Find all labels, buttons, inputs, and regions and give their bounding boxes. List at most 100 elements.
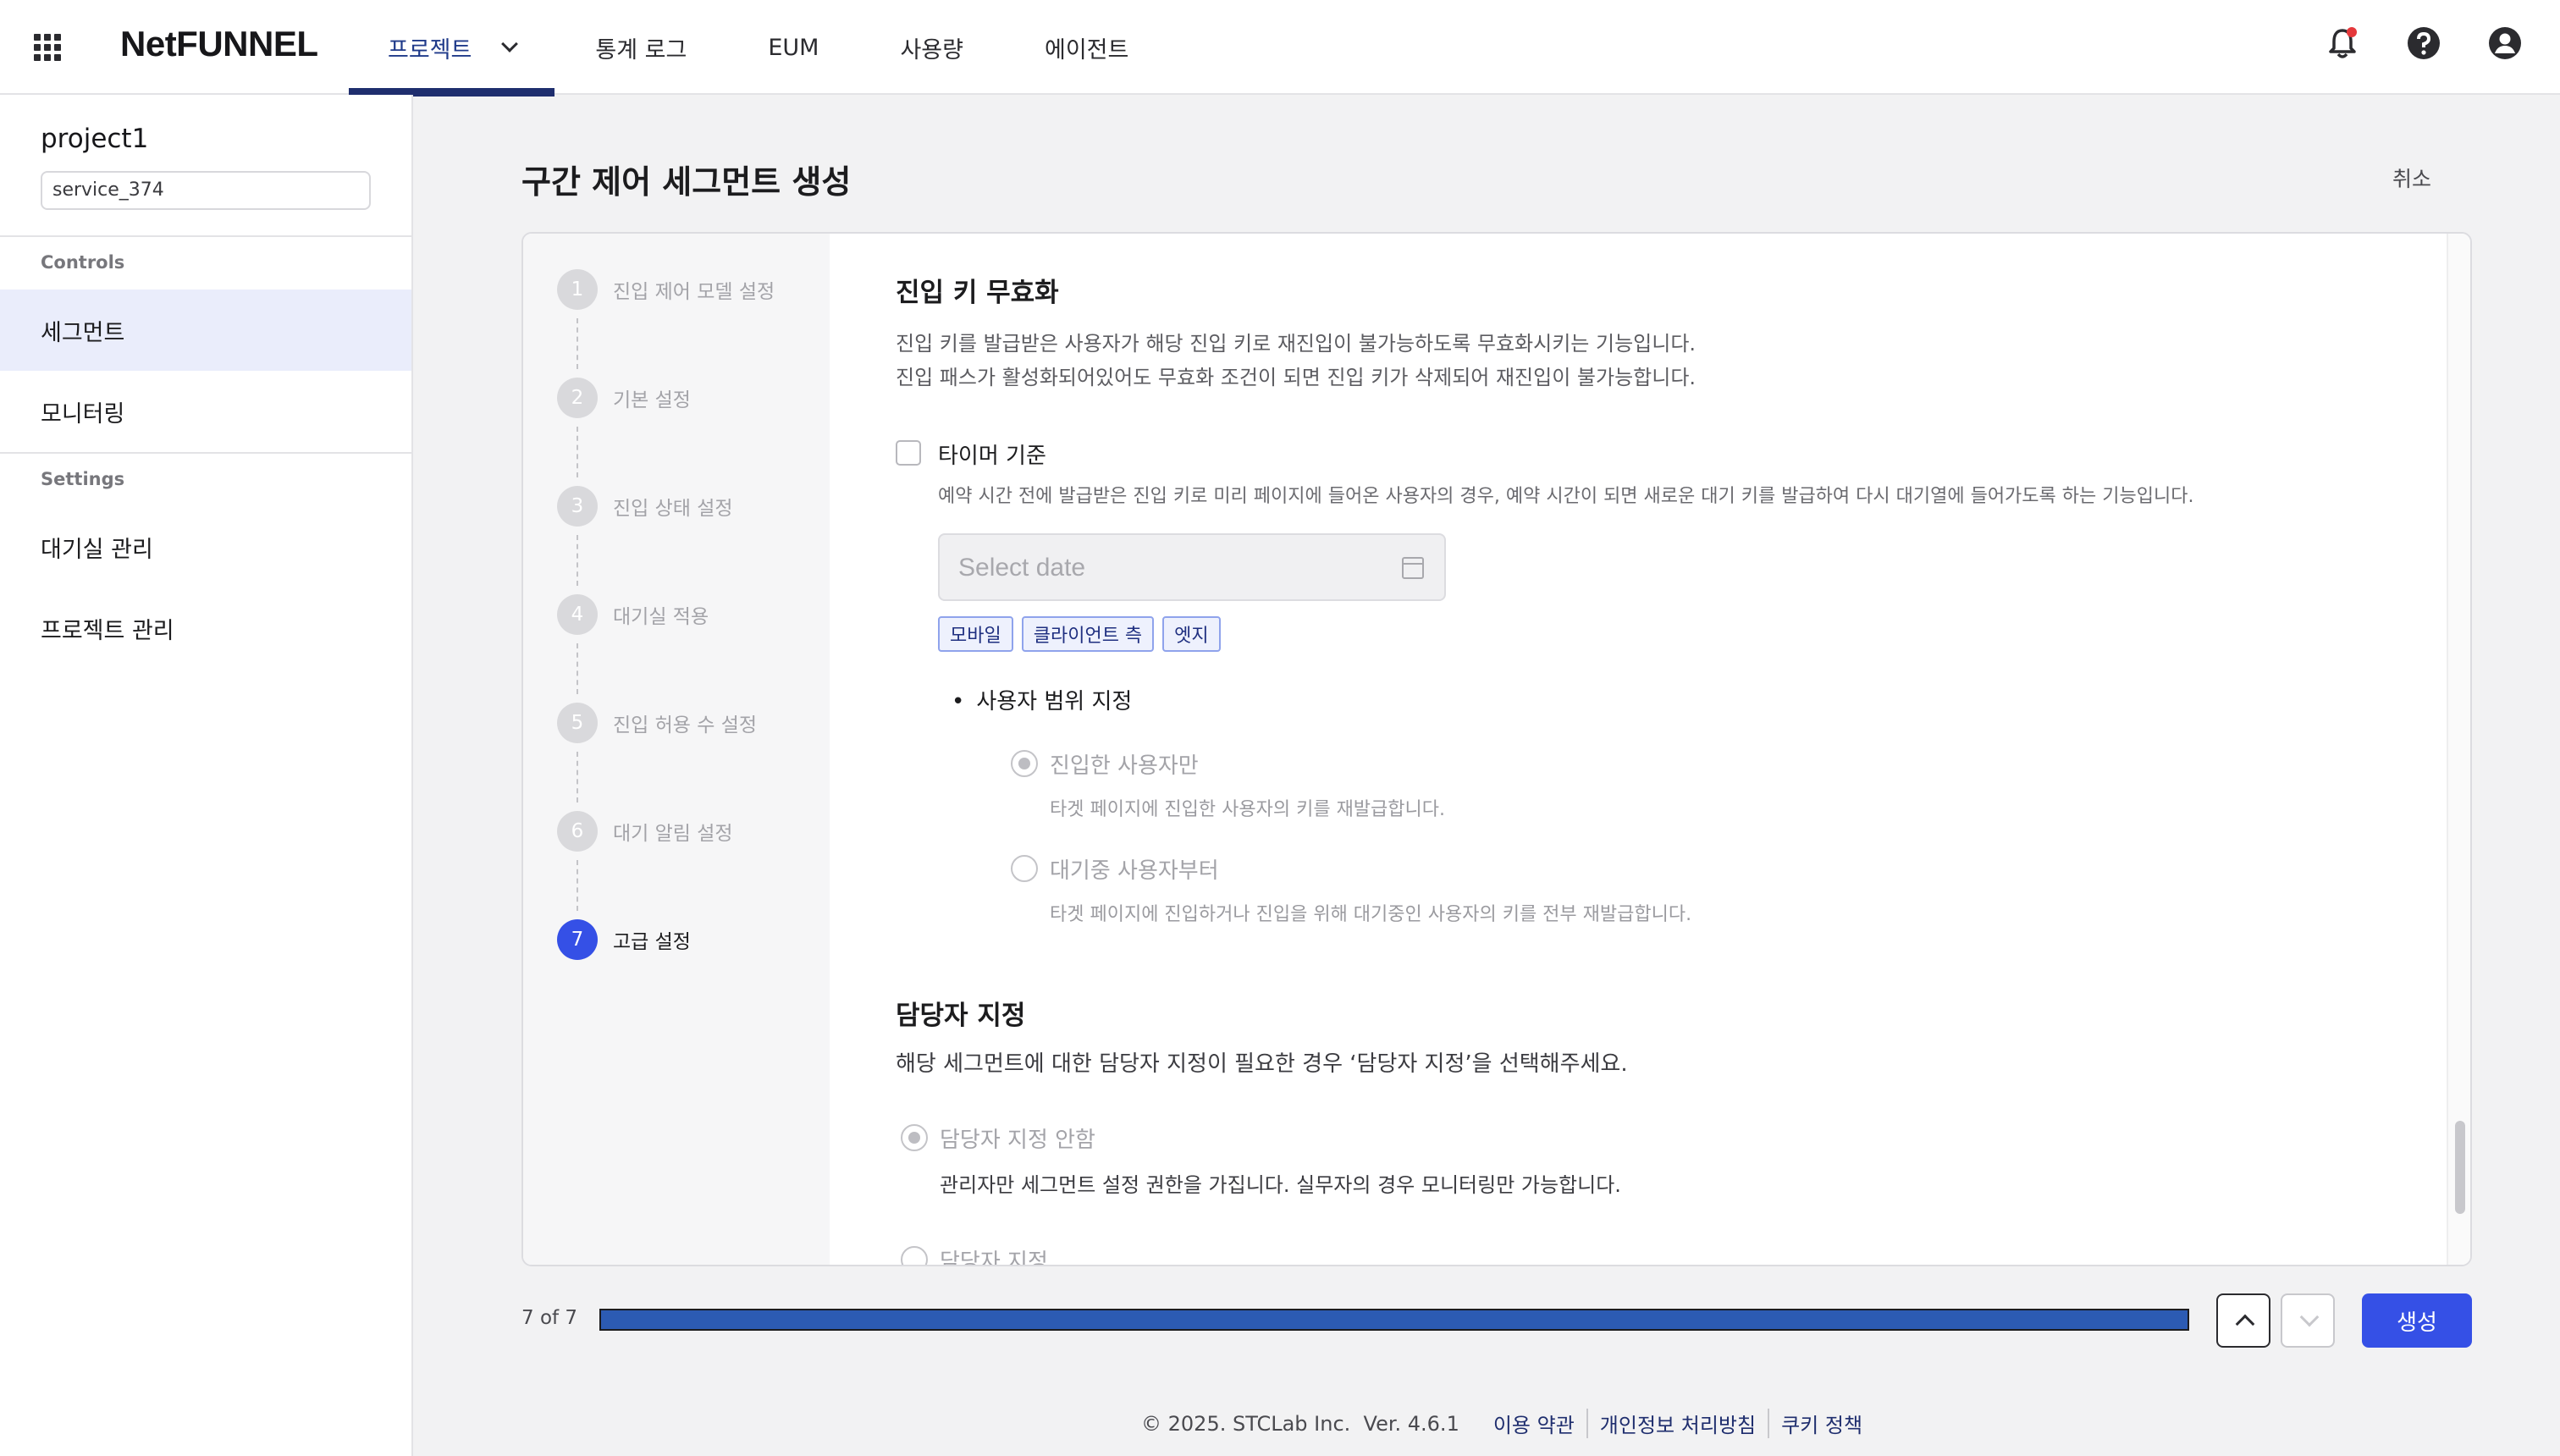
header-actions [2325,25,2523,61]
progress-fill [601,1310,2188,1329]
project-name: project1 [41,124,149,154]
step-number: 4 [557,594,598,635]
tag-edge: 엣지 [1162,616,1221,652]
app-grid-icon[interactable] [34,34,61,61]
scope-title-text: 사용자 범위 지정 [976,689,1133,714]
radio-desc: 관리자만 세그먼트 설정 권한을 가집니다. 실무자의 경우 모니터링만 가능합… [940,1173,1621,1197]
radio-label-waiting-users[interactable]: 대기중 사용자부터 [1050,853,1219,885]
timer-desc: 예약 시간 전에 발급받은 진입 키로 미리 페이지에 들어온 사용자의 경우,… [938,486,2194,507]
nav-eum[interactable]: EUM [727,0,859,95]
scrollbar-thumb[interactable] [2455,1121,2465,1214]
group-label-settings: Settings [41,469,125,489]
previous-step-button[interactable] [2216,1293,2270,1348]
terms-link[interactable]: 이용 약관 [1459,1409,1586,1438]
wizard-card: 1 진입 제어 모델 설정 2 기본 설정 3 진입 상태 설정 4 대기실 적… [521,232,2472,1266]
section-title-key-invalidation: 진입 키 무효화 [896,278,1059,308]
step-3[interactable]: 3 진입 상태 설정 [557,486,733,527]
step-label: 기본 설정 [613,389,691,411]
step-label: 진입 제어 모델 설정 [613,281,775,303]
step-connector [577,752,578,802]
bullet-icon: • [952,689,965,714]
step-number: 6 [557,811,598,852]
section-desc: 진입 키를 발급받은 사용자가 해당 진입 키로 재진입이 불가능하도록 무효화… [896,332,1697,356]
sidebar: project1 service_374 Controls 세그먼트 모니터링 … [0,95,413,1456]
nav-projects[interactable]: 프로젝트 [349,0,555,97]
step-5[interactable]: 5 진입 허용 수 설정 [557,703,757,743]
nav-label: 통계 로그 [595,36,687,63]
step-content: 진입 키 무효화 진입 키를 발급받은 사용자가 해당 진입 키로 재진입이 불… [882,234,2406,1265]
notification-bell-icon[interactable] [2325,25,2360,61]
step-1[interactable]: 1 진입 제어 모델 설정 [557,269,775,310]
radio-label-assign-manager[interactable]: 담당자 지정 [940,1244,1048,1265]
step-connector [577,860,578,911]
radio-desc: 타겟 페이지에 진입한 사용자의 키를 재발급합니다. [1050,799,1446,820]
content-scrollbar[interactable] [2447,234,2470,1265]
footer: © 2025. STCLab Inc. Ver. 4.6.1 이용 약관 개인정… [1141,1409,1874,1438]
date-placeholder: Select date [958,554,1086,582]
calendar-icon[interactable] [1402,557,1424,579]
scope-title: • 사용자 범위 지정 [952,684,1132,715]
chevron-up-icon [2235,1314,2255,1334]
create-button[interactable]: 생성 [2362,1293,2472,1348]
logo[interactable]: NetFUNNEL [120,24,318,64]
cookie-policy-link[interactable]: 쿠키 정책 [1768,1409,1874,1438]
step-label: 대기 알림 설정 [613,823,733,845]
nav-label: 에이전트 [1044,36,1129,63]
user-account-icon[interactable] [2487,25,2523,61]
next-step-button[interactable] [2281,1293,2335,1348]
radio-label-entered-only[interactable]: 진입한 사용자만 [1050,748,1199,780]
step-number: 1 [557,269,598,310]
section-desc: 해당 세그먼트에 대한 담당자 지정이 필요한 경우 ‘담당자 지정’을 선택해… [896,1051,1628,1077]
nav-label: 사용량 [900,36,963,63]
date-picker-input[interactable]: Select date [938,533,1446,601]
nav-agent[interactable]: 에이전트 [1004,0,1169,95]
platform-tags: 모바일 클라이언트 측 엣지 [938,616,1221,652]
step-2[interactable]: 2 기본 설정 [557,378,691,418]
step-7[interactable]: 7 고급 설정 [557,919,691,960]
radio-assign-manager[interactable] [901,1246,928,1265]
progress-bar [599,1309,2189,1331]
radio-waiting-users[interactable] [1011,855,1038,882]
step-label: 고급 설정 [613,931,691,953]
main-nav: 프로젝트 통계 로그 EUM 사용량 에이전트 [349,0,1169,97]
divider [0,452,411,454]
section-title-manager: 담당자 지정 [896,1001,1026,1031]
nav-stats-log[interactable]: 통계 로그 [554,0,727,95]
step-number: 5 [557,703,598,743]
step-label: 진입 허용 수 설정 [613,714,758,736]
help-icon[interactable] [2406,25,2441,61]
step-connector [577,427,578,477]
step-connector [577,643,578,694]
sidebar-item-segment[interactable]: 세그먼트 [0,290,411,371]
timer-checkbox[interactable] [896,440,921,466]
step-connector [577,318,578,369]
tag-client-side: 클라이언트 측 [1021,616,1155,652]
step-list: 1 진입 제어 모델 설정 2 기본 설정 3 진입 상태 설정 4 대기실 적… [523,234,830,1265]
radio-desc: 타겟 페이지에 진입하거나 진입을 위해 대기중인 사용자의 키를 전부 재발급… [1050,904,1692,925]
sidebar-item-project-management[interactable]: 프로젝트 관리 [0,587,411,669]
sidebar-item-waiting-room[interactable]: 대기실 관리 [0,506,411,587]
divider [0,235,411,237]
nav-label: 프로젝트 [388,36,472,63]
timer-checkbox-label[interactable]: 타이머 기준 [938,438,1046,470]
section-desc: 진입 패스가 활성화되어있어도 무효화 조건이 되면 진입 키가 삭제되어 재진… [896,366,1697,389]
privacy-link[interactable]: 개인정보 처리방침 [1586,1409,1768,1438]
sidebar-item-monitoring[interactable]: 모니터링 [0,371,411,452]
tag-mobile: 모바일 [938,616,1013,652]
service-selector[interactable]: service_374 [41,171,371,210]
nav-usage[interactable]: 사용량 [859,0,1004,95]
radio-no-manager[interactable] [901,1124,928,1151]
progress-text: 7 of 7 [521,1307,578,1329]
radio-entered-only[interactable] [1011,750,1038,777]
step-number: 2 [557,378,598,418]
step-4[interactable]: 4 대기실 적용 [557,594,709,635]
top-bar: NetFUNNEL 프로젝트 통계 로그 EUM 사용량 에이전트 [0,0,2560,97]
step-number: 7 [557,919,598,960]
copyright: © 2025. STCLab Inc. Ver. 4.6.1 [1141,1411,1459,1436]
chevron-down-icon [2299,1307,2320,1327]
step-number: 3 [557,486,598,527]
radio-label-no-manager[interactable]: 담당자 지정 안함 [940,1122,1095,1154]
step-label: 대기실 적용 [613,606,709,628]
step-6[interactable]: 6 대기 알림 설정 [557,811,733,852]
cancel-button[interactable]: 취소 [2392,163,2431,193]
